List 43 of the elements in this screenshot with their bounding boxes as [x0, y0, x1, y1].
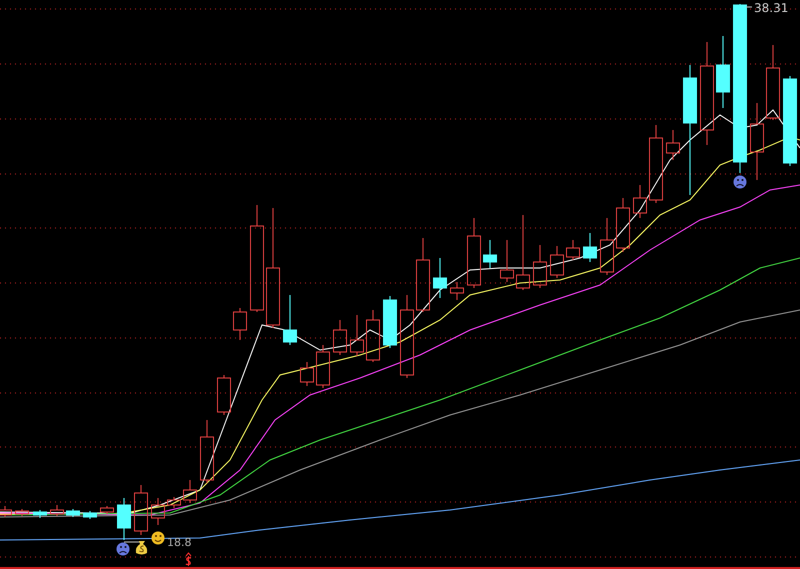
rising-candle: [500, 240, 514, 282]
rising-candle: [100, 506, 114, 514]
leader-line: [746, 6, 752, 8]
rising-candle: [217, 374, 231, 416]
rising-candle: [366, 310, 380, 362]
falling-candle: [383, 296, 397, 348]
rising-candle: [151, 498, 165, 526]
falling-candle: [117, 498, 131, 540]
falling-candle: [66, 508, 80, 518]
smiley-face-icon: [152, 532, 164, 544]
rising-candle: [300, 362, 314, 386]
falling-candle: [483, 240, 497, 268]
rising-candle: [183, 480, 197, 504]
rising-candle: [666, 130, 680, 160]
low-price-label: 18.8: [167, 536, 192, 549]
money-bag-icon: [136, 541, 148, 554]
rising-candle: [633, 184, 647, 218]
rising-candle: [600, 218, 614, 276]
falling-candle: [583, 232, 597, 262]
rising-candle: [200, 420, 214, 484]
rising-candle: [450, 282, 464, 300]
dollar-sign-icon: [186, 552, 192, 566]
rising-candle: [350, 314, 364, 356]
rising-candle: [167, 496, 181, 508]
falling-candle: [283, 294, 297, 346]
rising-candle: [0, 506, 12, 518]
rising-candle: [550, 246, 564, 278]
rising-candle: [50, 504, 64, 516]
sad-face-icon: [734, 176, 746, 188]
rising-candle: [233, 308, 247, 340]
rising-candle: [134, 484, 148, 536]
sad-face-icon: [116, 542, 130, 556]
rising-candle: [15, 508, 29, 516]
rising-candle: [616, 198, 630, 252]
high-price-label: 38.31: [754, 1, 788, 15]
rising-candle: [467, 218, 481, 288]
falling-candle: [83, 510, 97, 520]
rising-candle: [566, 240, 580, 260]
rising-candle: [316, 344, 330, 388]
rising-candle: [533, 244, 547, 288]
falling-candle: [33, 510, 47, 518]
rising-candle: [333, 320, 347, 356]
falling-candle: [433, 258, 447, 298]
